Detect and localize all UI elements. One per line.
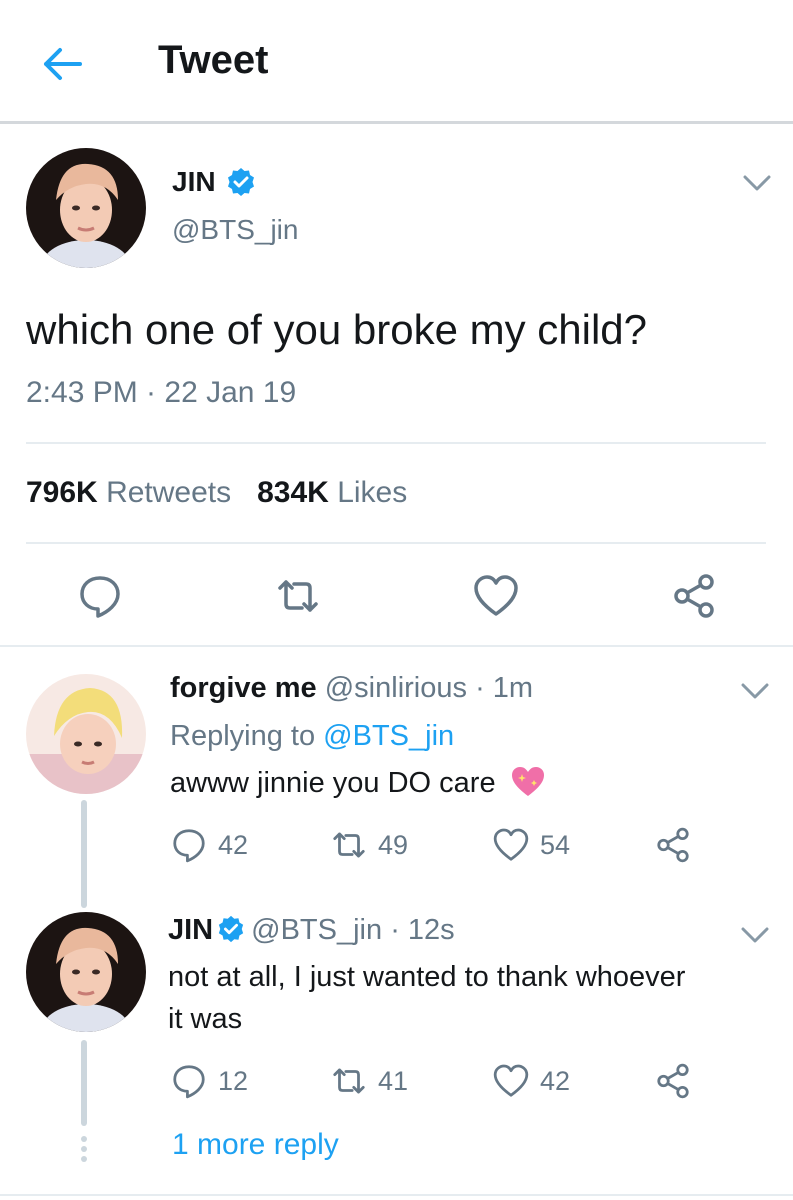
- chevron-down-icon[interactable]: [740, 680, 770, 702]
- retweet-icon: [333, 832, 365, 858]
- author-name-text: JIN: [172, 166, 216, 197]
- arrow-left-icon[interactable]: [40, 42, 84, 86]
- like-count: 42: [540, 1065, 571, 1096]
- thread-dot: [81, 1146, 87, 1152]
- divider: [26, 542, 766, 544]
- reply-count: 12: [218, 1065, 249, 1096]
- chevron-down-icon[interactable]: [742, 172, 772, 194]
- chevron-down-icon[interactable]: [740, 924, 770, 946]
- retweet-action[interactable]: 49: [330, 826, 408, 864]
- reply-header: forgive me @sinlirious · 1m: [170, 672, 533, 705]
- reply-text-line: not at all, I just wanted to thank whoev…: [168, 961, 686, 993]
- like-count: 54: [540, 829, 571, 860]
- reply-icon: [173, 1065, 205, 1099]
- like-action[interactable]: 42: [492, 1062, 570, 1100]
- retweet-count: 49: [378, 829, 409, 860]
- reply-text-content: awww jinnie you DO care: [170, 767, 496, 799]
- replying-to: Replying to @BTS_jin: [170, 720, 454, 753]
- share-action[interactable]: [654, 1062, 702, 1100]
- retweets-count: 796K: [26, 476, 98, 509]
- like-action[interactable]: 54: [492, 826, 570, 864]
- reply-author-handle[interactable]: @sinlirious: [325, 672, 467, 704]
- share-icon: [657, 1063, 689, 1099]
- reply-time: · 1m: [475, 672, 534, 704]
- thread-dot: [81, 1136, 87, 1142]
- share-action[interactable]: [654, 826, 702, 864]
- replying-to-label: Replying to: [170, 720, 316, 752]
- reply-author-name[interactable]: JIN: [168, 914, 213, 946]
- tweet-stats: 796K Retweets 834K Likes: [26, 476, 407, 510]
- reply-action[interactable]: 42: [170, 826, 248, 864]
- like-icon: [493, 828, 529, 861]
- reply-icon: [173, 829, 205, 863]
- tweet-text: which one of you broke my child?: [26, 306, 647, 353]
- retweet-count: 41: [378, 1065, 409, 1096]
- divider: [26, 442, 766, 444]
- more-replies-link[interactable]: 1 more reply: [172, 1128, 339, 1162]
- reply-action[interactable]: 12: [170, 1062, 248, 1100]
- avatar[interactable]: [26, 674, 146, 794]
- divider: [0, 1194, 793, 1196]
- reply-text-line: it was: [168, 1003, 243, 1035]
- thread-line: [81, 800, 87, 908]
- retweet-icon: [333, 1068, 365, 1094]
- thread-dot: [81, 1156, 87, 1162]
- sparkling-heart-icon: [511, 767, 544, 796]
- replying-to-link[interactable]: @BTS_jin: [323, 720, 454, 752]
- divider: [0, 645, 793, 647]
- verified-badge-icon: [227, 168, 254, 196]
- like-icon: [493, 1064, 529, 1097]
- share-icon: [657, 827, 689, 863]
- avatar[interactable]: [26, 148, 146, 268]
- avatar[interactable]: [26, 912, 146, 1032]
- reply-icon[interactable]: [76, 572, 124, 620]
- top-bar: Tweet: [0, 0, 793, 124]
- retweet-action[interactable]: 41: [330, 1062, 408, 1100]
- retweet-icon[interactable]: [274, 572, 322, 620]
- reply-author-name[interactable]: forgive me: [170, 672, 317, 704]
- author-handle[interactable]: @BTS_jin: [172, 214, 298, 246]
- thread-line: [81, 1040, 87, 1126]
- reply-count: 42: [218, 829, 249, 860]
- tweet-timestamp: 2:43 PM · 22 Jan 19: [26, 376, 297, 409]
- share-icon[interactable]: [670, 572, 718, 620]
- reply-text: awww jinnie you DO care: [170, 762, 546, 804]
- like-icon[interactable]: [472, 572, 520, 620]
- reply-author-handle[interactable]: @BTS_jin: [251, 914, 382, 946]
- retweets-label: Retweets: [106, 476, 232, 509]
- likes-count: 834K: [257, 476, 329, 509]
- likes-label: Likes: [337, 476, 408, 509]
- reply-header: JIN @BTS_jin · 12s: [168, 914, 455, 947]
- verified-badge-icon: [219, 915, 244, 943]
- retweets-stat[interactable]: 796K Retweets: [26, 476, 231, 510]
- likes-stat[interactable]: 834K Likes: [257, 476, 407, 510]
- author-name[interactable]: JIN: [172, 166, 256, 198]
- reply-time: · 12s: [390, 914, 455, 946]
- page-title: Tweet: [158, 38, 269, 82]
